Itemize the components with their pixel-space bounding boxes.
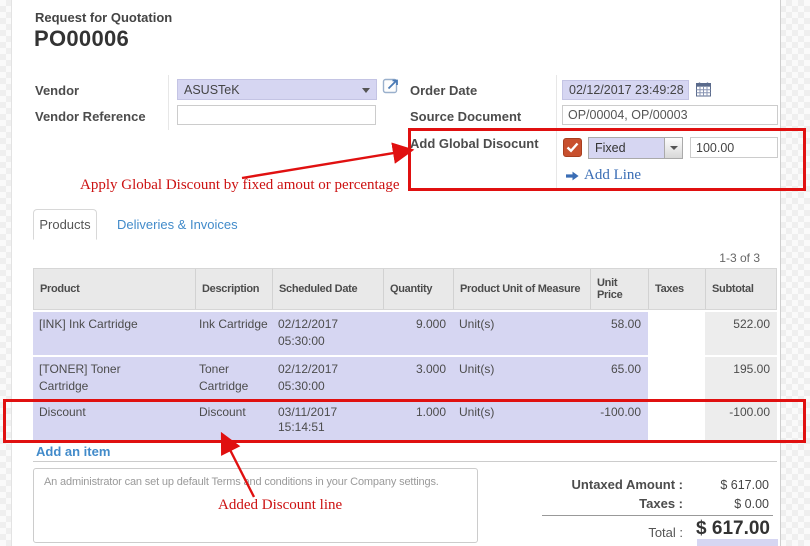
total-field-highlight — [697, 539, 778, 546]
table-row[interactable]: [TONER] Toner Cartridge Toner Cartridge … — [33, 357, 777, 400]
order-date-label: Order Date — [410, 83, 477, 98]
col-header-subtotal[interactable]: Subtotal — [706, 269, 778, 309]
source-document-input[interactable] — [562, 105, 778, 125]
dropdown-caret-icon — [362, 88, 370, 93]
pager[interactable]: 1-3 of 3 — [719, 251, 760, 265]
col-header-uom[interactable]: Product Unit of Measure — [454, 269, 591, 309]
cell-scheduled-date[interactable]: 03/11/2017 15:14:51 — [272, 402, 383, 440]
discount-type-select[interactable]: Fixed — [588, 137, 683, 159]
calendar-icon[interactable] — [696, 82, 711, 97]
arrow-right-icon — [566, 171, 579, 181]
order-lines-table: Product Description Scheduled Date Quant… — [33, 268, 777, 440]
col-header-taxes[interactable]: Taxes — [649, 269, 706, 309]
global-discount-checkbox[interactable] — [563, 138, 582, 157]
label-column-divider — [556, 75, 557, 190]
cell-quantity[interactable]: 1.000 — [383, 402, 453, 440]
cell-subtotal: -100.00 — [705, 402, 777, 440]
cell-quantity[interactable]: 3.000 — [383, 357, 453, 400]
col-header-unit-price[interactable]: Unit Price — [591, 269, 649, 309]
external-link-icon[interactable] — [382, 76, 401, 95]
cell-taxes[interactable] — [648, 402, 705, 440]
vendor-select-value: ASUSTeK — [184, 83, 240, 97]
cell-scheduled-date[interactable]: 02/12/2017 05:30:00 — [272, 357, 383, 400]
order-date-value: 02/12/2017 23:49:28 — [569, 83, 684, 97]
cell-description[interactable]: Discount — [195, 402, 272, 440]
totals-divider — [542, 515, 773, 516]
cell-product[interactable]: [INK] Ink Cartridge — [33, 312, 195, 355]
tab-deliveries-invoices[interactable]: Deliveries & Invoices — [117, 217, 238, 232]
taxes-label: Taxes : — [639, 496, 683, 511]
dropdown-caret-icon — [670, 146, 678, 150]
col-header-product[interactable]: Product — [34, 269, 196, 309]
terms-and-conditions-textarea[interactable]: An administrator can set up default Term… — [33, 468, 478, 543]
table-row-discount[interactable]: Discount Discount 03/11/2017 15:14:51 1.… — [33, 402, 777, 440]
untaxed-amount-value: $ 617.00 — [720, 478, 769, 492]
col-header-scheduled-date[interactable]: Scheduled Date — [273, 269, 384, 309]
cell-taxes[interactable] — [648, 357, 705, 400]
cell-uom[interactable]: Unit(s) — [453, 357, 590, 400]
cell-description[interactable]: Ink Cartridge — [195, 312, 272, 355]
vendor-select[interactable]: ASUSTeK — [177, 79, 377, 100]
label-column-divider — [168, 75, 169, 130]
col-header-description[interactable]: Description — [196, 269, 273, 309]
taxes-value: $ 0.00 — [734, 497, 769, 511]
global-discount-label: Add Global Disocunt — [410, 136, 539, 151]
cell-uom[interactable]: Unit(s) — [453, 312, 590, 355]
tab-products[interactable]: Products — [33, 209, 97, 240]
cell-subtotal: 522.00 — [705, 312, 777, 355]
vendor-label: Vendor — [35, 83, 79, 98]
source-document-label: Source Document — [410, 109, 521, 124]
add-an-item-link[interactable]: Add an item — [36, 444, 110, 459]
discount-amount-input[interactable] — [690, 137, 778, 158]
tab-products-label: Products — [39, 217, 90, 232]
add-line-label: Add Line — [584, 167, 641, 184]
document-type-label: Request for Quotation — [35, 10, 172, 25]
cell-product[interactable]: [TONER] Toner Cartridge — [33, 357, 195, 400]
vendor-reference-label: Vendor Reference — [35, 109, 146, 124]
cell-unit-price[interactable]: 65.00 — [590, 357, 648, 400]
cell-description[interactable]: Toner Cartridge — [195, 357, 272, 400]
cell-unit-price[interactable]: -100.00 — [590, 402, 648, 440]
vendor-reference-input[interactable] — [177, 105, 376, 125]
add-line-link[interactable]: Add Line — [566, 167, 641, 184]
order-date-input[interactable]: 02/12/2017 23:49:28 — [562, 80, 689, 100]
section-divider — [33, 461, 777, 462]
cell-product[interactable]: Discount — [33, 402, 195, 440]
cell-taxes[interactable] — [648, 312, 705, 355]
discount-type-value: Fixed — [589, 138, 664, 158]
cell-unit-price[interactable]: 58.00 — [590, 312, 648, 355]
cell-subtotal: 195.00 — [705, 357, 777, 400]
checkbox-check-icon — [566, 142, 579, 153]
tab-deliveries-label: Deliveries & Invoices — [117, 217, 238, 232]
page-title: PO00006 — [34, 26, 129, 52]
table-header-row: Product Description Scheduled Date Quant… — [33, 268, 777, 310]
total-label: Total : — [648, 525, 683, 540]
select-button — [664, 138, 682, 158]
cell-quantity[interactable]: 9.000 — [383, 312, 453, 355]
rfq-page: Request for Quotation PO00006 Vendor ASU… — [0, 0, 810, 546]
total-value: $ 617.00 — [696, 518, 770, 540]
untaxed-amount-label: Untaxed Amount : — [572, 477, 683, 492]
col-header-quantity[interactable]: Quantity — [384, 269, 454, 309]
cell-uom[interactable]: Unit(s) — [453, 402, 590, 440]
table-row[interactable]: [INK] Ink Cartridge Ink Cartridge 02/12/… — [33, 312, 777, 355]
cell-scheduled-date[interactable]: 02/12/2017 05:30:00 — [272, 312, 383, 355]
